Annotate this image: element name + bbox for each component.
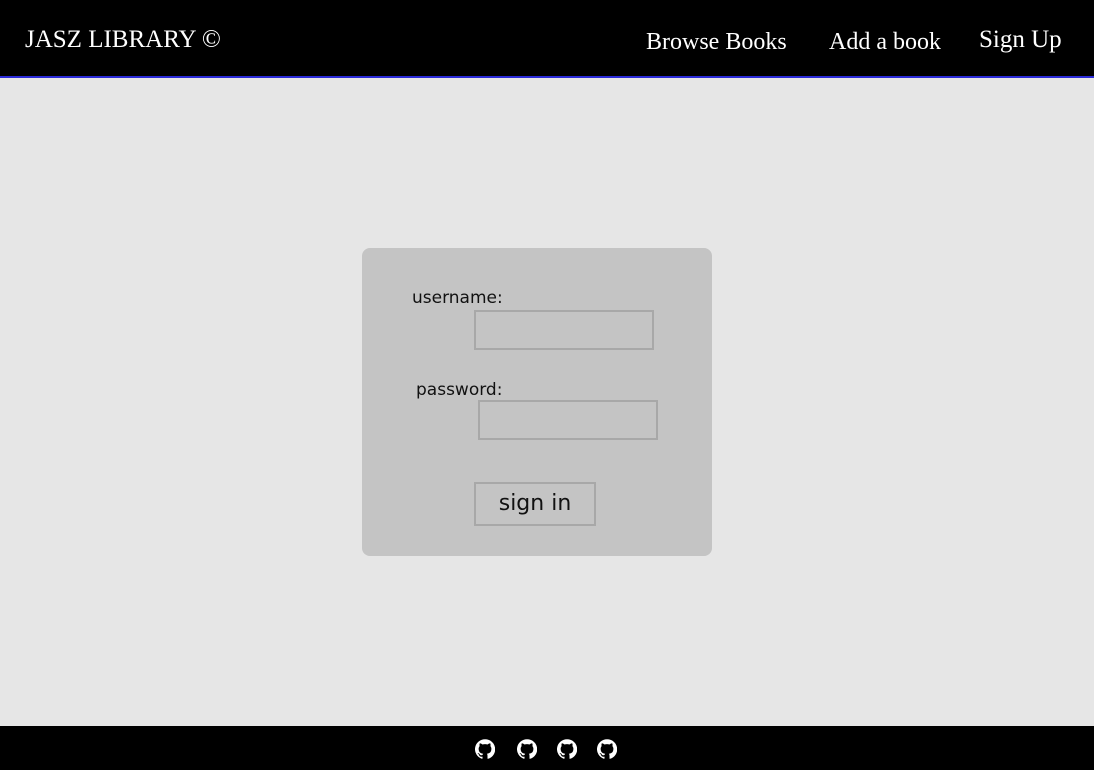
github-link-3[interactable] [557,739,577,759]
github-link-1[interactable] [475,739,495,759]
github-link-2[interactable] [517,739,537,759]
nav-add-a-book[interactable]: Add a book [829,28,941,56]
password-label: password: [416,380,503,400]
github-icon [557,739,577,759]
footer [0,726,1094,770]
site-title[interactable]: JASZ LIBRARY © [25,26,221,54]
github-icon [597,739,617,759]
sign-in-button[interactable]: sign in [474,482,596,526]
nav-browse-books[interactable]: Browse Books [646,28,787,56]
github-icon [517,739,537,759]
login-form: username: password: sign in [362,248,712,556]
github-icon [475,739,495,759]
github-link-4[interactable] [597,739,617,759]
username-input[interactable] [474,310,654,350]
username-label: username: [412,288,503,308]
top-nav-bar: JASZ LIBRARY © Browse Books Add a book S… [0,0,1094,78]
nav-sign-up[interactable]: Sign Up [979,26,1062,54]
password-input[interactable] [478,400,658,440]
